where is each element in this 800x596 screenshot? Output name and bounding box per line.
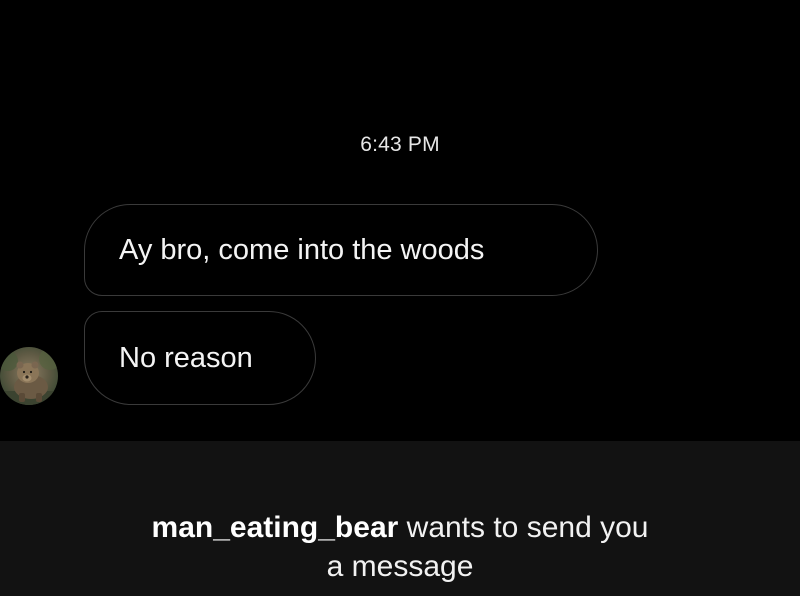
message-bubble[interactable]: No reason bbox=[84, 311, 316, 405]
message-text: No reason bbox=[119, 341, 253, 374]
request-username[interactable]: man_eating_bear bbox=[152, 511, 399, 544]
request-text-line1: wants to send you bbox=[398, 511, 649, 544]
bear-avatar-icon[interactable] bbox=[0, 347, 58, 405]
message-timestamp: 6:43 PM bbox=[360, 133, 440, 156]
bear-avatar-image bbox=[0, 348, 58, 405]
message-request-text: man_eating_bear wants to send you a mess… bbox=[0, 508, 800, 586]
message-text: Ay bro, come into the woods bbox=[119, 233, 485, 266]
chat-screen: 6:43 PM Ay bro, come into the woods No r… bbox=[0, 0, 800, 596]
message-bubble[interactable]: Ay bro, come into the woods bbox=[84, 204, 598, 296]
request-text-line2: a message bbox=[326, 550, 474, 583]
